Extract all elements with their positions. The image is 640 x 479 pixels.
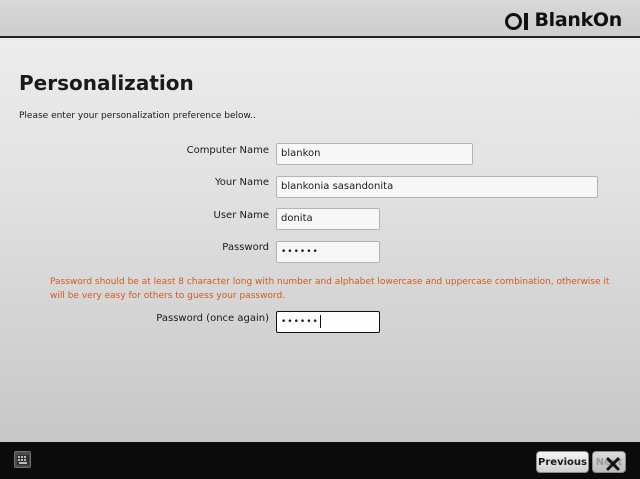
password-again-value: •••••• — [281, 317, 319, 327]
page-subtitle: Please enter your personalization prefer… — [19, 111, 256, 121]
password-field[interactable]: •••••• — [276, 241, 380, 263]
password-again-field[interactable]: •••••• — [276, 311, 380, 333]
main-content: Personalization Please enter your person… — [0, 38, 640, 442]
text-caret — [319, 315, 321, 328]
your-name-label: Your Name — [214, 177, 269, 188]
previous-button[interactable]: Previous — [536, 451, 589, 473]
keyboard-icon — [17, 455, 29, 465]
computer-name-label: Computer Name — [186, 145, 269, 156]
bottom-bar: Previous Next — [0, 442, 640, 479]
blankon-logo-icon — [505, 10, 529, 30]
keyboard-button[interactable] — [14, 451, 31, 468]
password-again-label: Password (once again) — [156, 313, 269, 324]
header-bar: BlankOn — [0, 0, 640, 38]
blankon-logo: BlankOn — [505, 9, 622, 31]
password-hint: Password should be at least 8 character … — [50, 277, 610, 301]
computer-name-field[interactable]: blankon — [276, 143, 473, 165]
close-icon[interactable] — [606, 457, 620, 471]
page-title: Personalization — [19, 71, 194, 95]
user-name-label: User Name — [213, 210, 269, 221]
your-name-field[interactable]: blankonia sasandonita — [276, 176, 598, 198]
password-label: Password — [222, 242, 269, 253]
logo-text: BlankOn — [534, 9, 622, 31]
user-name-field[interactable]: donita — [276, 208, 380, 230]
